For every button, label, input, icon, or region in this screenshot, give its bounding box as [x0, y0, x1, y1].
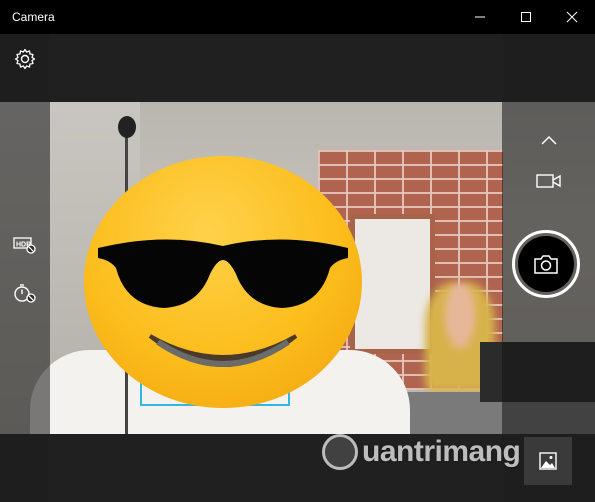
camera-roll-button[interactable]	[524, 437, 572, 485]
collapse-button[interactable]	[534, 128, 564, 152]
minimize-icon	[475, 16, 485, 18]
hdr-off-icon: HDR	[13, 237, 36, 254]
maximize-button[interactable]	[503, 0, 549, 34]
camera-icon	[534, 255, 558, 274]
photo-thumbnail-icon	[539, 452, 557, 470]
close-icon	[566, 11, 578, 23]
whiteboard	[350, 214, 435, 354]
app-title: Camera	[12, 10, 55, 24]
close-button[interactable]	[549, 0, 595, 34]
timer-off-icon	[14, 284, 36, 303]
take-photo-button[interactable]	[512, 230, 580, 298]
gear-icon	[14, 48, 36, 70]
top-overlay	[50, 34, 502, 102]
settings-button[interactable]	[8, 42, 42, 76]
minimize-button[interactable]	[457, 0, 503, 34]
microphone	[118, 116, 136, 138]
title-bar[interactable]: Camera	[0, 0, 595, 34]
watermark-text: uantrimang	[362, 435, 521, 468]
chevron-up-icon	[541, 135, 557, 145]
camera-viewfinder[interactable]: HDR uantrimang	[0, 34, 595, 502]
shutter-core	[518, 236, 574, 292]
timer-button[interactable]	[8, 278, 42, 308]
maximize-icon	[521, 12, 531, 22]
watermark: uantrimang	[322, 432, 521, 472]
video-camera-icon	[536, 174, 561, 188]
watermark-logo-icon	[322, 434, 358, 470]
left-toolbar	[0, 34, 50, 502]
video-mode-button[interactable]	[532, 168, 566, 194]
hdr-toggle-button[interactable]: HDR	[8, 230, 42, 260]
sunglasses-emoji	[84, 156, 362, 408]
